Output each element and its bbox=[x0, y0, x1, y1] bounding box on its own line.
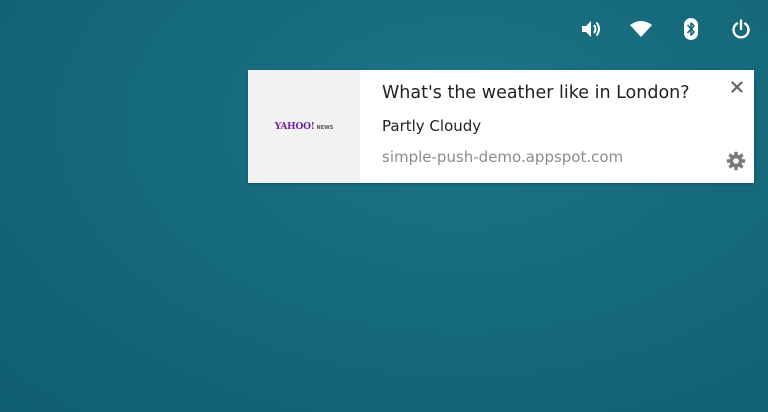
bluetooth-icon[interactable] bbox=[678, 16, 704, 42]
notification-image: YAHOO! NEWS bbox=[248, 70, 360, 183]
close-icon[interactable] bbox=[728, 78, 746, 96]
volume-icon[interactable] bbox=[578, 16, 604, 42]
wifi-icon[interactable] bbox=[628, 16, 654, 42]
gear-icon[interactable] bbox=[726, 151, 746, 171]
notification-source: simple-push-demo.appspot.com bbox=[382, 148, 624, 166]
power-icon[interactable] bbox=[728, 16, 754, 42]
logo-brand-sub: NEWS bbox=[316, 124, 334, 131]
notification-message: Partly Cloudy bbox=[382, 117, 482, 135]
system-tray bbox=[578, 16, 754, 42]
notification-title: What's the weather like in London? bbox=[382, 83, 690, 103]
notification-body: What's the weather like in London? Partl… bbox=[360, 70, 754, 183]
yahoo-news-logo: YAHOO! NEWS bbox=[275, 122, 334, 132]
push-notification[interactable]: YAHOO! NEWS What's the weather like in L… bbox=[248, 70, 754, 183]
logo-brand-word: YAHOO! bbox=[274, 121, 315, 132]
